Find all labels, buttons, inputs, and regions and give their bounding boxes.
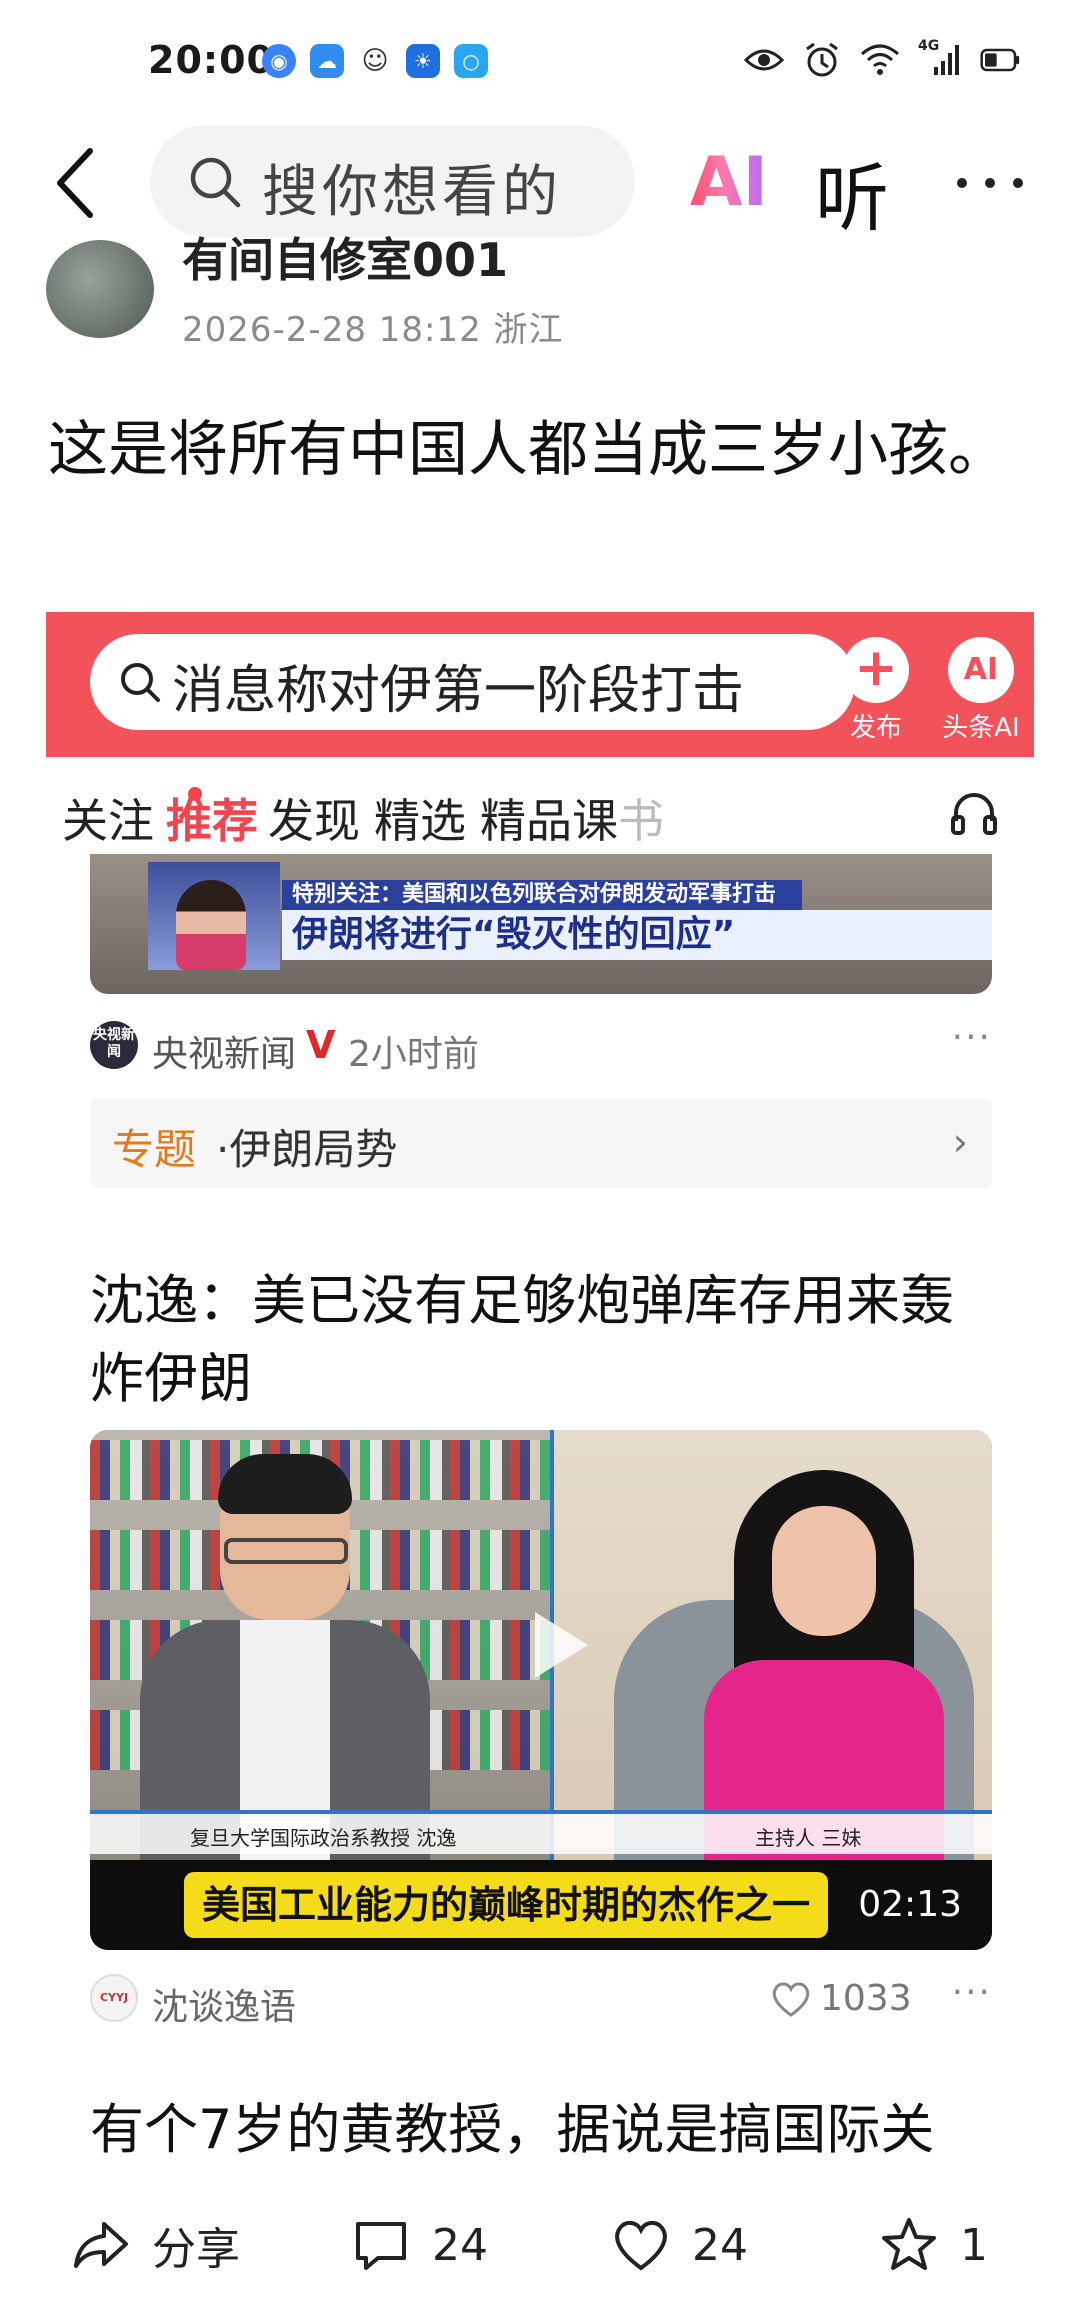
author-header: 有间自修室001 2026-2-28 18:12 浙江 bbox=[46, 233, 1046, 350]
comment-button[interactable]: 24 bbox=[350, 2210, 488, 2280]
search-icon bbox=[121, 663, 160, 702]
tab-courses: 精品课 bbox=[480, 794, 618, 848]
article-footer-row: CYYJ 沈谈逸语 1033 ··· bbox=[90, 1972, 992, 2032]
embedded-search-text: 消息称对伊第一阶段打击 bbox=[172, 661, 745, 721]
tab-recommend: 推荐 bbox=[166, 794, 258, 848]
news-anchor-image bbox=[148, 862, 280, 970]
favorite-count: 1 bbox=[960, 2219, 988, 2271]
article-like-count: 1033 bbox=[820, 1978, 912, 2019]
embedded-screenshot[interactable]: 消息称对伊第一阶段打击 + 发布 AI 头条AI 关注 推荐 发现 精选 精品课… bbox=[46, 612, 1034, 2028]
news-banner-top: 特别关注：美国和以色列联合对伊朗发动军事打击 bbox=[282, 880, 802, 910]
notification-icons: ◉ ☁ ☺ ☀ ○ bbox=[262, 44, 488, 78]
video-thumbnail: 复旦大学国际政治系教授 沈逸 主持人 三妹 美国工业能力的巅峰时期的杰作之一 0… bbox=[90, 1430, 992, 1950]
browser-app-icon: ◉ bbox=[262, 44, 296, 78]
ai-assistant-button[interactable]: AI bbox=[690, 143, 768, 222]
news-source-row: 央视新闻 央视新闻 V 2小时前 ··· bbox=[90, 1017, 992, 1077]
search-icon bbox=[190, 157, 241, 208]
tab-books: 书 bbox=[618, 794, 664, 848]
article-more-icon: ··· bbox=[951, 1972, 992, 2013]
news-banner-main: 伊朗将进行“毁灭性的回应” bbox=[282, 910, 992, 960]
news-source-name: 央视新闻 bbox=[152, 1034, 297, 1075]
share-label: 分享 bbox=[152, 2224, 240, 2275]
chevron-left-icon bbox=[57, 148, 93, 218]
host-figure bbox=[704, 1470, 944, 1860]
tab-featured: 精选 bbox=[374, 794, 466, 848]
plus-icon: + bbox=[843, 637, 909, 703]
video-subtitle-area: 美国工业能力的巅峰时期的杰作之一 02:13 bbox=[90, 1860, 992, 1950]
topic-value: ·伊朗局势 bbox=[216, 1125, 398, 1174]
news-time: 2小时前 bbox=[348, 1034, 479, 1075]
headphone-icon bbox=[951, 793, 997, 835]
like-count: 24 bbox=[692, 2219, 748, 2271]
host-caption: 主持人 三妹 bbox=[755, 1826, 862, 1850]
publish-label: 发布 bbox=[849, 713, 902, 743]
star-icon bbox=[882, 2218, 936, 2270]
publish-button: + 发布 bbox=[831, 637, 921, 744]
comment-preview: 有个7岁的黄教授，据说是搞国际关 bbox=[90, 2098, 935, 2161]
news-more-icon: ··· bbox=[951, 1017, 992, 1058]
video-caption-bar: 复旦大学国际政治系教授 沈逸 主持人 三妹 bbox=[90, 1810, 992, 1854]
author-name[interactable]: 有间自修室001 bbox=[182, 224, 508, 290]
cctv-logo: 央视新闻 bbox=[90, 1021, 138, 1069]
topic-card: 专题 ·伊朗局势 › bbox=[90, 1098, 992, 1188]
video-left-panel bbox=[90, 1430, 550, 1860]
embedded-tabs: 关注 推荐 发现 精选 精品课 书 bbox=[46, 757, 1034, 867]
tab-follow: 关注 bbox=[62, 794, 154, 848]
search-bar[interactable]: 搜你想看的 bbox=[150, 125, 635, 237]
article-source-name: 沈谈逸语 bbox=[152, 1987, 297, 2028]
embedded-search-bar: 消息称对伊第一阶段打击 bbox=[90, 634, 855, 730]
share-icon bbox=[74, 2222, 128, 2268]
video-duration: 02:13 bbox=[858, 1884, 962, 1925]
status-bar: 20:00 ◉ ☁ ☺ ☀ ○ 4G bbox=[0, 0, 1080, 125]
heart-icon bbox=[772, 1982, 810, 2017]
article-title: 沈逸：美已没有足够炮弹库存用来轰炸伊朗 bbox=[90, 1269, 954, 1410]
listen-button[interactable]: 听 bbox=[815, 139, 889, 246]
post-text: 这是将所有中国人都当成三岁小孩。 bbox=[48, 415, 1008, 485]
toutiao-ai-button: AI 头条AI bbox=[926, 637, 1036, 744]
top-nav-bar: 搜你想看的 AI 听 bbox=[0, 125, 1080, 242]
weather-app-icon: ☁ bbox=[310, 44, 344, 78]
play-icon bbox=[535, 1612, 588, 1678]
tab-discover: 发现 bbox=[268, 794, 360, 848]
wifi-icon bbox=[860, 40, 900, 80]
video-subtitle: 美国工业能力的巅峰时期的杰作之一 bbox=[184, 1872, 829, 1938]
like-button[interactable]: 24 bbox=[610, 2210, 748, 2280]
search-app-icon: ○ bbox=[454, 44, 488, 78]
guest-caption: 复旦大学国际政治系教授 沈逸 bbox=[190, 1826, 457, 1850]
battery-icon bbox=[980, 40, 1020, 80]
status-time: 20:00 bbox=[148, 38, 274, 82]
post-meta: 2026-2-28 18:12 浙江 bbox=[182, 310, 564, 350]
topic-label: 专题 bbox=[112, 1125, 197, 1174]
more-options-button[interactable] bbox=[950, 153, 1030, 228]
wechat-icon: ☺ bbox=[358, 44, 392, 78]
author-avatar[interactable] bbox=[46, 240, 154, 338]
cellular-signal-icon: 4G bbox=[918, 38, 962, 80]
video-right-panel bbox=[554, 1430, 992, 1860]
chevron-right-icon: › bbox=[952, 1120, 968, 1164]
lightbulb-app-icon: ☀ bbox=[406, 44, 440, 78]
comment-count: 24 bbox=[432, 2219, 488, 2271]
bottom-action-bar: 分享 24 24 1 bbox=[0, 2180, 1080, 2310]
back-button[interactable] bbox=[48, 143, 108, 223]
news-thumbnail: 特别关注：美国和以色列联合对伊朗发动军事打击 伊朗将进行“毁灭性的回应” bbox=[90, 854, 992, 994]
more-dots-icon bbox=[957, 178, 1023, 188]
ai-icon: AI bbox=[948, 637, 1014, 703]
channel-logo: CYYJ bbox=[90, 1974, 138, 2022]
verified-badge: V bbox=[306, 1023, 336, 1067]
toutiao-ai-label: 头条AI bbox=[942, 713, 1020, 743]
favorite-button[interactable]: 1 bbox=[878, 2210, 988, 2280]
share-button[interactable]: 分享 bbox=[70, 2210, 240, 2280]
network-type-label: 4G bbox=[918, 38, 940, 54]
alarm-icon bbox=[802, 40, 842, 80]
eye-icon bbox=[744, 40, 784, 80]
embedded-header-bar: 消息称对伊第一阶段打击 + 发布 AI 头条AI bbox=[46, 612, 1034, 757]
search-placeholder: 搜你想看的 bbox=[262, 160, 562, 225]
heart-icon bbox=[615, 2221, 667, 2271]
comment-icon bbox=[356, 2222, 406, 2270]
guest-figure bbox=[140, 1454, 430, 1860]
